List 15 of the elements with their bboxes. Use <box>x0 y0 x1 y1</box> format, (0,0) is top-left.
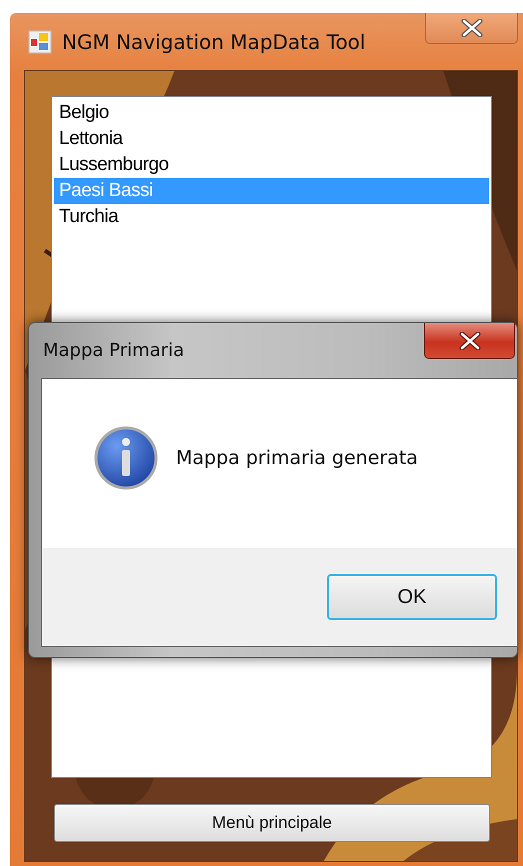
list-item[interactable]: Lettonia <box>54 126 489 152</box>
list-item[interactable]: Turchia <box>54 204 489 230</box>
dialog-title: Mappa Primaria <box>43 340 184 361</box>
app-icon <box>28 30 52 54</box>
close-button[interactable] <box>425 13 518 44</box>
close-button[interactable] <box>424 323 515 359</box>
list-item[interactable]: Belgio <box>54 100 489 126</box>
ok-button[interactable]: OK <box>327 574 497 620</box>
main-menu-button[interactable]: Menù principale <box>54 804 490 842</box>
close-icon <box>458 332 482 350</box>
window-title: NGM Navigation MapData Tool <box>62 30 366 54</box>
close-icon <box>460 19 484 37</box>
list-item[interactable]: Lussemburgo <box>54 152 489 178</box>
info-icon <box>94 426 158 490</box>
dialog-message: Mappa primaria generata <box>176 446 418 468</box>
